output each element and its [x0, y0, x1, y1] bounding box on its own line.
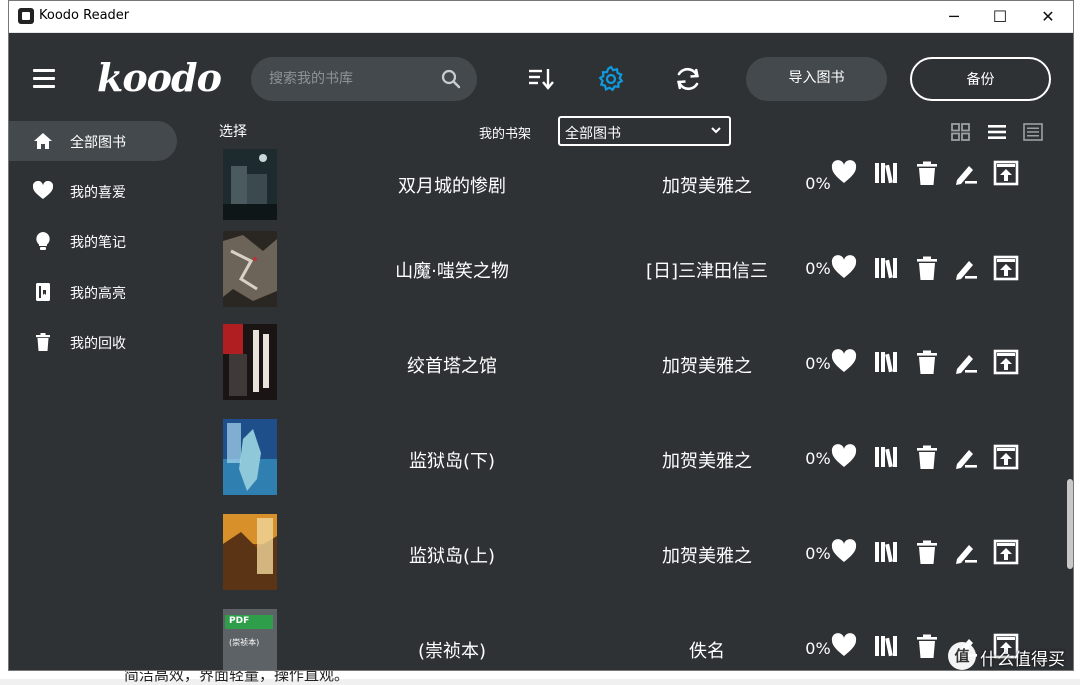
- watermark-badge: 值: [948, 642, 976, 670]
- sidebar-item-label: 全部图书: [70, 135, 126, 151]
- lightbulb-icon: [36, 232, 50, 250]
- search-icon[interactable]: [441, 69, 461, 89]
- book-cover-pdf[interactable]: PDF (崇祯本): [223, 609, 277, 670]
- book-list: 双月城的惨剧 加贺美雅之 0% 山魔·嗤笑之物 [日]三津田信三 0% 绞首塔之…: [187, 149, 1063, 670]
- highlight-book-icon: [36, 283, 50, 301]
- delete-icon[interactable]: [914, 255, 940, 281]
- list-scrollbar[interactable]: [1065, 149, 1073, 670]
- window-title: Koodo Reader: [39, 8, 130, 23]
- koodo-logo: koodo: [97, 55, 222, 100]
- sidebar: 全部图书 我的喜爱 我的笔记 我的高亮 我的回收: [9, 119, 187, 670]
- book-cover[interactable]: [223, 514, 277, 590]
- sidebar-item-label: 我的高亮: [70, 286, 126, 302]
- delete-icon[interactable]: [914, 349, 940, 375]
- minimize-button[interactable]: ─: [931, 1, 977, 33]
- export-icon[interactable]: [993, 539, 1019, 565]
- settings-gear-icon[interactable]: [597, 65, 625, 93]
- book-author: 佚名: [689, 641, 725, 662]
- heart-icon[interactable]: [831, 255, 857, 281]
- scrollbar-thumb[interactable]: [1067, 479, 1073, 569]
- select-mode-button[interactable]: 选择: [219, 121, 247, 141]
- export-icon[interactable]: [993, 349, 1019, 375]
- heart-icon[interactable]: [831, 160, 857, 186]
- shelf-icon[interactable]: [873, 160, 899, 186]
- shelf-icon[interactable]: [873, 255, 899, 281]
- sidebar-item-all-books[interactable]: 全部图书: [9, 121, 177, 161]
- book-author: 加贺美雅之: [662, 176, 752, 197]
- koodo-reader-window: Koodo Reader ─ ☐ ✕ koodo 搜索我的书库 导入图书 备份 …: [8, 0, 1074, 671]
- heart-icon: [33, 181, 53, 199]
- book-author: 加贺美雅之: [662, 451, 752, 472]
- book-cover[interactable]: [223, 324, 277, 400]
- pdf-tag: PDF: [229, 616, 250, 626]
- edit-icon[interactable]: [953, 255, 979, 281]
- book-title[interactable]: 山魔·嗤笑之物: [337, 257, 567, 283]
- book-cover[interactable]: [223, 231, 277, 307]
- export-icon[interactable]: [993, 160, 1019, 186]
- book-author: 加贺美雅之: [662, 356, 752, 377]
- search-box[interactable]: [251, 57, 477, 101]
- book-author: [日]三津田信三: [645, 261, 769, 282]
- book-title[interactable]: 双月城的惨剧: [337, 172, 567, 198]
- search-input[interactable]: [269, 57, 439, 101]
- delete-icon[interactable]: [914, 444, 940, 470]
- shelf-label: 我的书架: [479, 127, 532, 142]
- sidebar-item-recycle[interactable]: 我的回收: [9, 322, 177, 362]
- edit-icon[interactable]: [953, 349, 979, 375]
- heart-icon[interactable]: [831, 349, 857, 375]
- shelf-select-value: 全部图书: [565, 126, 621, 142]
- pdf-caption: (崇祯本): [229, 638, 260, 647]
- close-button[interactable]: ✕: [1025, 1, 1071, 33]
- book-cover[interactable]: [223, 419, 277, 495]
- shelf-icon[interactable]: [873, 633, 899, 659]
- delete-icon[interactable]: [914, 633, 940, 659]
- trash-icon: [36, 333, 50, 351]
- cover-view-icon[interactable]: [1023, 123, 1043, 141]
- heart-icon[interactable]: [831, 539, 857, 565]
- book-title[interactable]: 监狱岛(下): [337, 447, 567, 473]
- sidebar-item-label: 我的喜爱: [70, 185, 126, 201]
- menu-icon[interactable]: [33, 69, 57, 89]
- sidebar-item-notes[interactable]: 我的笔记: [9, 221, 177, 261]
- sync-icon[interactable]: [674, 65, 702, 93]
- backup-button[interactable]: 备份: [910, 57, 1051, 101]
- watermark-badge-text: 值: [954, 647, 970, 665]
- sidebar-item-label: 我的回收: [70, 336, 126, 352]
- export-icon[interactable]: [993, 255, 1019, 281]
- edit-icon[interactable]: [953, 539, 979, 565]
- heart-icon[interactable]: [831, 633, 857, 659]
- grid-view-icon[interactable]: [951, 123, 971, 141]
- watermark-text: 什么值得买: [980, 650, 1065, 670]
- shelf-icon[interactable]: [873, 539, 899, 565]
- maximize-button[interactable]: ☐: [977, 1, 1023, 33]
- book-title[interactable]: 绞首塔之馆: [337, 352, 567, 378]
- book-title[interactable]: (崇祯本): [337, 637, 567, 663]
- chevron-down-icon: [711, 127, 721, 134]
- title-bar: Koodo Reader ─ ☐ ✕: [9, 1, 1073, 33]
- edit-icon[interactable]: [953, 444, 979, 470]
- sidebar-item-highlights[interactable]: 我的高亮: [9, 272, 177, 312]
- delete-icon[interactable]: [914, 539, 940, 565]
- export-icon[interactable]: [993, 444, 1019, 470]
- book-cover[interactable]: [223, 149, 277, 220]
- shelf-select[interactable]: 全部图书: [558, 116, 731, 146]
- sidebar-item-label: 我的笔记: [70, 235, 126, 251]
- list-view-icon[interactable]: [987, 123, 1007, 141]
- book-author: 加贺美雅之: [662, 546, 752, 567]
- watermark: 值 什么值得买: [948, 640, 1076, 672]
- import-books-button[interactable]: 导入图书: [746, 57, 887, 101]
- app-icon: [18, 8, 34, 24]
- shelf-icon[interactable]: [873, 444, 899, 470]
- home-icon: [34, 133, 52, 149]
- sidebar-item-favorites[interactable]: 我的喜爱: [9, 171, 177, 211]
- shelf-icon[interactable]: [873, 349, 899, 375]
- edit-icon[interactable]: [953, 160, 979, 186]
- sort-icon[interactable]: [527, 65, 555, 93]
- delete-icon[interactable]: [914, 160, 940, 186]
- heart-icon[interactable]: [831, 444, 857, 470]
- app-header: koodo 搜索我的书库 导入图书 备份: [9, 33, 1073, 119]
- book-title[interactable]: 监狱岛(上): [337, 542, 567, 568]
